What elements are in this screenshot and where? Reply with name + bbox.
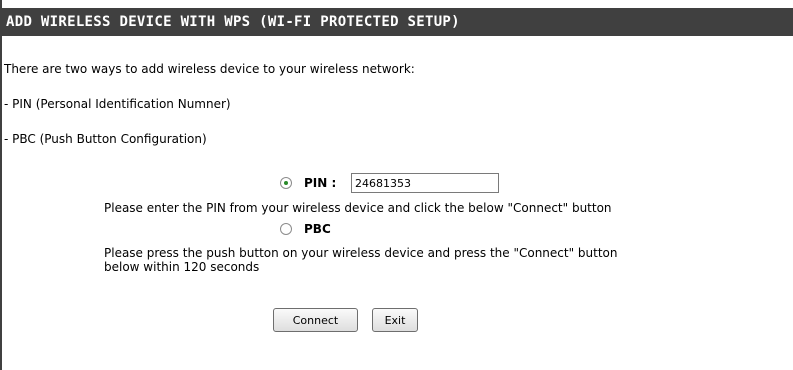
pin-input[interactable] [351, 173, 499, 193]
pbc-method-text: - PBC (Push Button Configuration) [4, 132, 207, 146]
pin-label: PIN : [304, 176, 337, 190]
pin-instructions: Please enter the PIN from your wireless … [104, 201, 612, 215]
connect-button[interactable]: Connect [273, 308, 358, 332]
wps-panel: ADD WIRELESS DEVICE WITH WPS (WI-FI PROT… [0, 0, 793, 370]
pbc-radio[interactable] [280, 223, 292, 235]
intro-text: There are two ways to add wireless devic… [4, 62, 415, 76]
pbc-instructions-line1: Please press the push button on your wir… [104, 246, 618, 260]
section-title: ADD WIRELESS DEVICE WITH WPS (WI-FI PROT… [2, 8, 793, 36]
exit-button[interactable]: Exit [372, 308, 418, 332]
pin-method-text: - PIN (Personal Identification Numner) [4, 97, 231, 111]
pin-radio[interactable] [280, 177, 292, 189]
pbc-instructions-line2: below within 120 seconds [104, 260, 260, 274]
pbc-label: PBC [304, 222, 331, 236]
